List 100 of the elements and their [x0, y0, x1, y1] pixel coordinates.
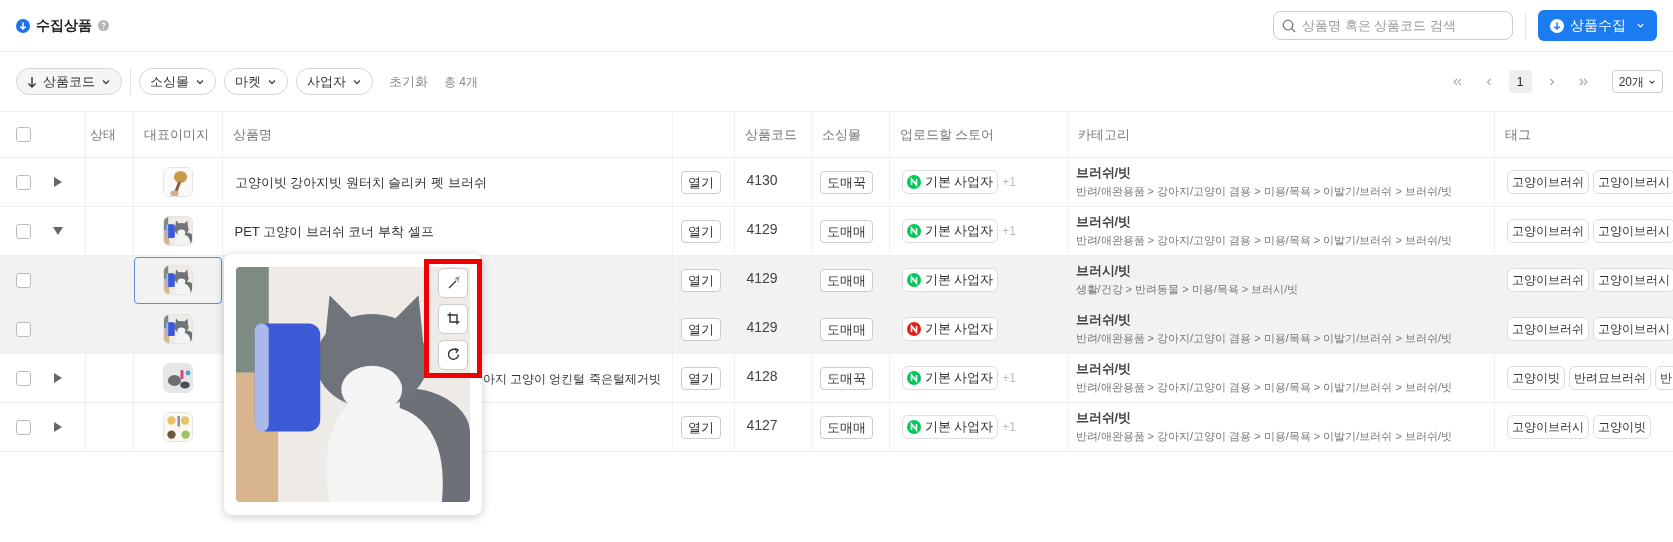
column-header: 소싱몰 — [821, 126, 861, 142]
tag: 고양이브러쉬 — [1506, 170, 1589, 194]
category-name: 브러시/빗 — [1075, 262, 1133, 280]
store-tag: 기본 사업자 — [901, 219, 999, 243]
tag: 고양이브러쉬 — [1506, 268, 1589, 292]
search-input[interactable]: 상품명 혹은 상품코드 검색 — [1302, 15, 1504, 36]
mall-tag: 도매매 — [819, 416, 873, 439]
open-button[interactable]: 열기 — [680, 318, 721, 342]
extra-count: +1 — [1002, 370, 1016, 387]
checkbox[interactable] — [16, 370, 31, 386]
product-name: 고양이빗 강아지빗 원터치 슬리커 펫 브러쉬 — [234, 175, 487, 190]
category-name: 브러쉬/빗 — [1075, 360, 1133, 378]
search-field[interactable]: 상품명 혹은 상품코드 검색 — [1273, 11, 1513, 40]
expand-icon[interactable] — [53, 177, 63, 187]
category-path: 반려/애완용품 > 강아지/고양이 겸용 > 미용/목욕 > 이발기/브러쉬 > 브러쉬/빗 — [1075, 184, 1453, 199]
tag: 반려묘브러쉬 — [1568, 366, 1651, 390]
mall-tag: 도매꾹 — [819, 367, 873, 390]
open-button[interactable]: 열기 — [680, 416, 721, 440]
category-name: 브러쉬/빗 — [1075, 164, 1133, 182]
open-button[interactable]: 열기 — [680, 269, 721, 293]
product-code: 4130 — [746, 172, 778, 188]
store-logo-icon — [906, 420, 921, 434]
tag: 고양이브러시 — [1592, 317, 1673, 341]
filter-button[interactable]: 사업자 — [296, 68, 373, 95]
column-header: 대표이미지 — [143, 126, 209, 142]
search-icon — [1282, 18, 1296, 33]
column-header: 상품명 — [232, 126, 272, 142]
store-tag: 기본 사업자 — [901, 366, 999, 390]
collapse-icon[interactable] — [53, 226, 63, 236]
column-header: 태그 — [1504, 126, 1531, 142]
category-name: 브러쉬/빗 — [1075, 311, 1133, 329]
tag: 고양이브러시 — [1592, 268, 1673, 292]
magic-wand-button[interactable] — [438, 267, 468, 298]
arrow-down-icon — [27, 75, 37, 88]
filter-button[interactable]: 소싱몰 — [139, 68, 216, 95]
product-code: 4127 — [746, 417, 778, 433]
category-name: 브러쉬/빗 — [1075, 409, 1133, 427]
extra-count: +1 — [1002, 174, 1016, 191]
store-tag: 기본 사업자 — [901, 415, 999, 439]
column-header: 업로드할 스토어 — [899, 126, 995, 142]
rotate-icon — [445, 347, 461, 362]
tag: 고양이브러시 — [1506, 415, 1589, 439]
product-name: 아지 고양이 엉킨털 죽은털제거빗 — [482, 372, 661, 386]
download-icon — [1550, 18, 1564, 33]
tag: 고양이브러시 — [1592, 170, 1673, 194]
category-path: 반려/애완용품 > 강아지/고양이 겸용 > 미용/목욕 > 이발기/브러쉬 > 브러쉬/빗 — [1075, 233, 1453, 248]
store-tag: 기본 사업자 — [901, 317, 999, 341]
checkbox[interactable] — [16, 223, 31, 239]
mall-tag: 도매매 — [819, 318, 873, 341]
collect-button[interactable]: 상품수집 — [1538, 10, 1657, 41]
checkbox[interactable] — [16, 174, 31, 190]
open-button[interactable]: 열기 — [680, 171, 721, 195]
store-logo-icon — [906, 175, 921, 189]
open-button[interactable]: 열기 — [680, 220, 721, 244]
category-path: 반려/애완용품 > 강아지/고양이 겸용 > 미용/목욕 > 이발기/브러쉬 > 브러쉬/빗 — [1075, 429, 1453, 444]
tag: 고양이빗 — [1592, 415, 1651, 439]
store-logo-icon — [906, 371, 921, 385]
expand-icon[interactable] — [53, 373, 63, 383]
mall-tag: 도매매 — [819, 220, 873, 243]
download-icon — [16, 18, 30, 33]
help-icon[interactable] — [98, 20, 109, 31]
checkbox[interactable] — [16, 321, 31, 337]
category-path: 생활/건강 > 반려동물 > 미용/목욕 > 브러시/빗 — [1075, 282, 1300, 297]
checkbox[interactable] — [16, 127, 31, 142]
product-code: 4128 — [746, 368, 778, 384]
extra-count: +1 — [1002, 419, 1016, 436]
page-title: 수집상품 — [36, 16, 92, 35]
product-code: 4129 — [746, 270, 778, 286]
store-tag: 기본 사업자 — [901, 268, 999, 292]
store-logo-icon — [906, 322, 921, 336]
tag: 고양이빗 — [1506, 366, 1565, 390]
crop-icon — [445, 311, 461, 326]
filter-button[interactable]: 마켓 — [224, 68, 288, 95]
category-path: 반려/애완용품 > 강아지/고양이 겸용 > 미용/목욕 > 이발기/브러쉬 > 브러쉬/빗 — [1075, 380, 1453, 395]
expand-icon[interactable] — [53, 422, 63, 432]
filter-button[interactable]: 상품코드 — [16, 68, 122, 95]
category-path: 반려/애완용품 > 강아지/고양이 겸용 > 미용/목욕 > 이발기/브러쉬 > 브러쉬/빗 — [1075, 331, 1453, 346]
extra-count: +1 — [1002, 223, 1016, 240]
total-count: 총 4개 — [444, 73, 478, 91]
rotate-button[interactable] — [438, 339, 468, 370]
tag: 고양이브러쉬 — [1506, 317, 1589, 341]
column-header: 상태 — [89, 126, 116, 142]
crop-button[interactable] — [438, 303, 468, 334]
tag: 고양이브러시 — [1592, 219, 1673, 243]
chevron-down-icon — [1636, 21, 1645, 30]
page-size-select[interactable]: 20개 — [1611, 70, 1663, 93]
product-code: 4129 — [746, 221, 778, 237]
reset-link[interactable]: 초기화 — [389, 71, 428, 92]
category-name: 브러쉬/빗 — [1075, 213, 1133, 231]
mall-tag: 도매매 — [819, 269, 873, 292]
column-header: 상품코드 — [744, 126, 797, 142]
open-button[interactable]: 열기 — [680, 367, 721, 391]
page-button[interactable]: 1 — [1508, 70, 1532, 93]
store-logo-icon — [906, 273, 921, 287]
tag: 반 — [1654, 366, 1673, 390]
store-tag: 기본 사업자 — [901, 170, 999, 194]
store-logo-icon — [906, 224, 921, 238]
product-code: 4129 — [746, 319, 778, 335]
checkbox[interactable] — [16, 272, 31, 288]
checkbox[interactable] — [16, 419, 31, 435]
